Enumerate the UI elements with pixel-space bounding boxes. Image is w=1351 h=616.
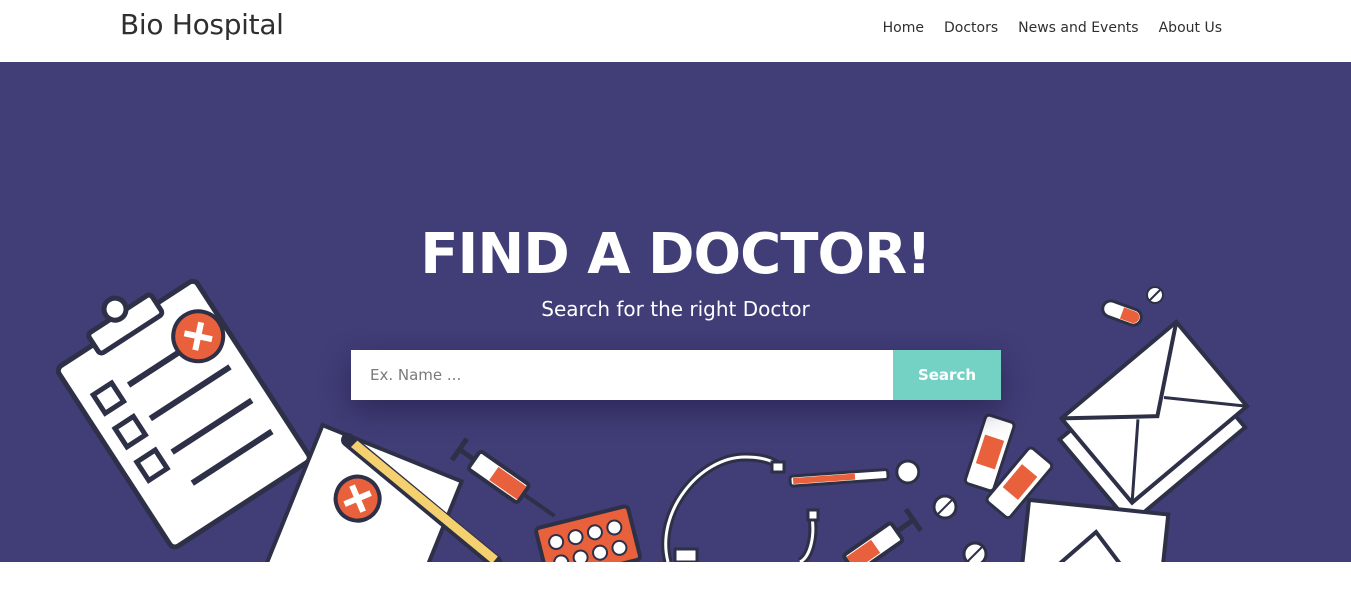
top-navbar: Bio Hospital Home Doctors News and Event… — [0, 0, 1351, 62]
hero-title: FIND A DOCTOR! — [420, 222, 931, 287]
nav-news-events[interactable]: News and Events — [1018, 20, 1138, 36]
doctor-search-form: Search — [351, 350, 1001, 400]
envelope-icon — [1056, 319, 1250, 527]
nav-doctors[interactable]: Doctors — [944, 20, 998, 36]
hero-banner: FIND A DOCTOR! Search for the right Doct… — [0, 62, 1351, 562]
nav-about-us[interactable]: About Us — [1159, 20, 1222, 36]
thermometer-icon — [788, 459, 921, 488]
main-nav: Home Doctors News and Events About Us — [883, 20, 1222, 36]
hero-subtitle: Search for the right Doctor — [541, 297, 810, 321]
nav-home[interactable]: Home — [883, 20, 924, 36]
syringe-icon — [449, 437, 556, 518]
search-button[interactable]: Search — [893, 350, 1001, 400]
brand-logo[interactable]: Bio Hospital — [120, 8, 284, 41]
doctor-search-input[interactable] — [351, 350, 893, 400]
syringe-icon — [842, 507, 923, 562]
stethoscope-icon — [661, 452, 820, 562]
